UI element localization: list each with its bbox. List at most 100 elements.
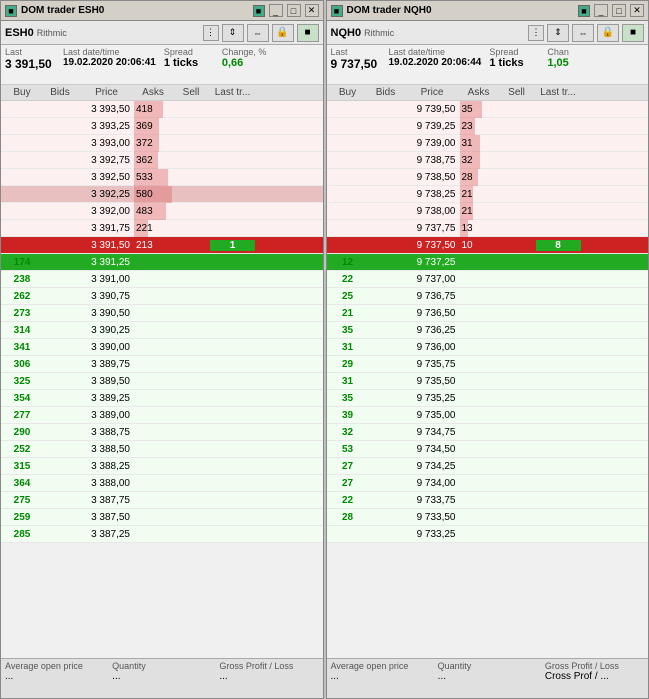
table-row[interactable]: 2903 388,75 xyxy=(1,424,323,441)
buy-cell[interactable]: 364 xyxy=(3,478,41,489)
menu-button[interactable]: ⋮ xyxy=(528,25,544,41)
table-row[interactable]: 9 738,0021 xyxy=(327,203,649,220)
table-row[interactable]: 3 392,25580 xyxy=(1,186,323,203)
buy-cell[interactable]: 238 xyxy=(3,274,41,285)
table-row[interactable]: 3643 388,00 xyxy=(1,475,323,492)
buy-cell[interactable]: 31 xyxy=(329,376,367,387)
table-row[interactable]: 3 392,75362 xyxy=(1,152,323,169)
table-row[interactable]: 2733 390,50 xyxy=(1,305,323,322)
buy-cell[interactable]: 314 xyxy=(3,325,41,336)
table-row[interactable]: 2853 387,25 xyxy=(1,526,323,543)
buy-cell[interactable]: 285 xyxy=(3,529,41,540)
table-row[interactable]: 3543 389,25 xyxy=(1,390,323,407)
table-row[interactable]: 9 733,25 xyxy=(327,526,649,543)
table-row[interactable]: 9 739,2523 xyxy=(327,118,649,135)
buy-cell[interactable]: 53 xyxy=(329,444,367,455)
table-row[interactable]: 289 733,50 xyxy=(327,509,649,526)
table-row[interactable]: 129 737,25 xyxy=(327,254,649,271)
table-row[interactable]: 259 736,75 xyxy=(327,288,649,305)
buy-cell[interactable]: 12 xyxy=(329,257,367,268)
buy-cell[interactable]: 35 xyxy=(329,393,367,404)
buy-cell[interactable]: 325 xyxy=(3,376,41,387)
reverse-button[interactable]: ⇔ xyxy=(247,24,269,42)
maximize-button[interactable]: □ xyxy=(287,4,301,17)
table-row[interactable]: 229 737,00 xyxy=(327,271,649,288)
table-row[interactable]: 3 391,502131 xyxy=(1,237,323,254)
table-row[interactable]: 1743 391,25 xyxy=(1,254,323,271)
table-row[interactable]: 299 735,75 xyxy=(327,356,649,373)
buy-cell[interactable]: 277 xyxy=(3,410,41,421)
table-row[interactable]: 3 393,25369 xyxy=(1,118,323,135)
buy-cell[interactable]: 27 xyxy=(329,461,367,472)
flatten-button[interactable]: ⇕ xyxy=(547,24,569,42)
buy-cell[interactable]: 32 xyxy=(329,427,367,438)
table-row[interactable]: 3253 389,50 xyxy=(1,373,323,390)
table-row[interactable]: 3413 390,00 xyxy=(1,339,323,356)
buy-cell[interactable]: 273 xyxy=(3,308,41,319)
buy-cell[interactable]: 354 xyxy=(3,393,41,404)
table-row[interactable]: 9 739,5035 xyxy=(327,101,649,118)
buy-cell[interactable]: 28 xyxy=(329,512,367,523)
table-row[interactable]: 329 734,75 xyxy=(327,424,649,441)
buy-cell[interactable]: 275 xyxy=(3,495,41,506)
table-row[interactable]: 9 739,0031 xyxy=(327,135,649,152)
table-row[interactable]: 279 734,00 xyxy=(327,475,649,492)
buy-cell[interactable]: 21 xyxy=(329,308,367,319)
table-row[interactable]: 2753 387,75 xyxy=(1,492,323,509)
reverse-button[interactable]: ⇔ xyxy=(572,24,594,42)
buy-cell[interactable]: 22 xyxy=(329,495,367,506)
settings-button[interactable]: ■ xyxy=(622,24,644,42)
table-row[interactable]: 3 393,50418 xyxy=(1,101,323,118)
table-row[interactable]: 219 736,50 xyxy=(327,305,649,322)
buy-cell[interactable]: 252 xyxy=(3,444,41,455)
buy-cell[interactable]: 259 xyxy=(3,512,41,523)
buy-cell[interactable]: 262 xyxy=(3,291,41,302)
minimize-button[interactable]: _ xyxy=(269,4,283,17)
buy-cell[interactable]: 25 xyxy=(329,291,367,302)
table-row[interactable]: 2383 391,00 xyxy=(1,271,323,288)
table-row[interactable]: 359 736,25 xyxy=(327,322,649,339)
table-row[interactable]: 3 391,75221 xyxy=(1,220,323,237)
table-row[interactable]: 2773 389,00 xyxy=(1,407,323,424)
table-row[interactable]: 9 738,2521 xyxy=(327,186,649,203)
table-row[interactable]: 9 737,7513 xyxy=(327,220,649,237)
table-row[interactable]: 2593 387,50 xyxy=(1,509,323,526)
buy-cell[interactable]: 22 xyxy=(329,274,367,285)
buy-cell[interactable]: 31 xyxy=(329,342,367,353)
table-row[interactable]: 2623 390,75 xyxy=(1,288,323,305)
table-row[interactable]: 3 392,00483 xyxy=(1,203,323,220)
minimize-button[interactable]: _ xyxy=(594,4,608,17)
table-row[interactable]: 279 734,25 xyxy=(327,458,649,475)
buy-cell[interactable]: 341 xyxy=(3,342,41,353)
buy-cell[interactable]: 315 xyxy=(3,461,41,472)
lock-button[interactable]: 🔒 xyxy=(272,24,294,42)
table-row[interactable]: 3153 388,25 xyxy=(1,458,323,475)
buy-cell[interactable]: 35 xyxy=(329,325,367,336)
buy-cell[interactable]: 290 xyxy=(3,427,41,438)
table-row[interactable]: 3 392,50533 xyxy=(1,169,323,186)
table-row[interactable]: 359 735,25 xyxy=(327,390,649,407)
settings-button[interactable]: ■ xyxy=(297,24,319,42)
table-row[interactable]: 229 733,75 xyxy=(327,492,649,509)
table-row[interactable]: 9 738,5028 xyxy=(327,169,649,186)
table-row[interactable]: 399 735,00 xyxy=(327,407,649,424)
menu-button[interactable]: ⋮ xyxy=(203,25,219,41)
table-row[interactable]: 3063 389,75 xyxy=(1,356,323,373)
table-row[interactable]: 3 393,00372 xyxy=(1,135,323,152)
close-button[interactable]: ✕ xyxy=(305,4,319,17)
buy-cell[interactable]: 27 xyxy=(329,478,367,489)
flatten-button[interactable]: ⇕ xyxy=(222,24,244,42)
buy-cell[interactable]: 29 xyxy=(329,359,367,370)
maximize-button[interactable]: □ xyxy=(612,4,626,17)
table-row[interactable]: 319 736,00 xyxy=(327,339,649,356)
buy-cell[interactable]: 306 xyxy=(3,359,41,370)
buy-cell[interactable]: 39 xyxy=(329,410,367,421)
close-button[interactable]: ✕ xyxy=(630,4,644,17)
table-row[interactable]: 3143 390,25 xyxy=(1,322,323,339)
table-row[interactable]: 319 735,50 xyxy=(327,373,649,390)
lock-button[interactable]: 🔒 xyxy=(597,24,619,42)
table-row[interactable]: 2523 388,50 xyxy=(1,441,323,458)
table-row[interactable]: 9 738,7532 xyxy=(327,152,649,169)
table-row[interactable]: 539 734,50 xyxy=(327,441,649,458)
table-row[interactable]: 9 737,50108 xyxy=(327,237,649,254)
